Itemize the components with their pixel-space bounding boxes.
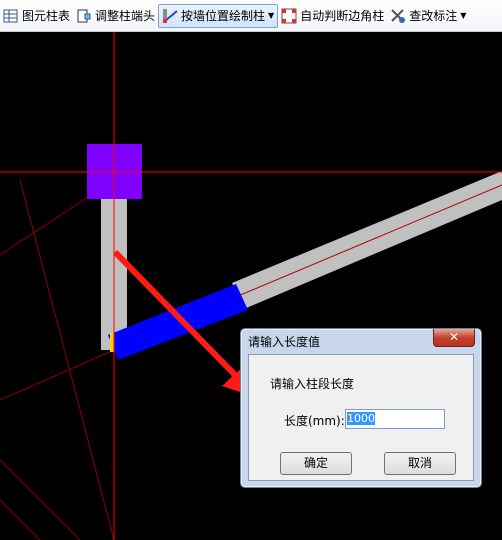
length-input-value: 1000: [347, 412, 375, 425]
toolbar-item-label: 调整柱端头: [95, 9, 156, 23]
insertion-marker: [110, 333, 114, 352]
draw-column-by-wall-icon: [162, 8, 178, 24]
toolbar-item-label: 查改标注: [409, 9, 458, 23]
length-input[interactable]: 1000: [345, 409, 445, 429]
toolbar-item-edit-annotation[interactable]: 查改标注 ▼: [387, 4, 469, 28]
length-field-label: 长度(mm):: [284, 414, 345, 428]
dialog-title: 请输入长度值: [248, 335, 321, 349]
toolbar-item-label: 按墙位置绘制柱: [181, 9, 266, 23]
auto-corner-column-icon: [281, 8, 297, 24]
toolbar-item-label: 图元柱表: [22, 9, 71, 23]
toolbar-item-draw-column-by-wall[interactable]: 按墙位置绘制柱 ▼: [158, 3, 279, 28]
length-input-dialog: 请输入长度值 ✕ 请输入柱段长度 长度(mm): 1000 确定 取消: [240, 328, 482, 488]
toolbar-item-label: 自动判断边角柱: [300, 9, 385, 23]
grid-table-icon: [3, 8, 19, 24]
toolbar-item-column-table[interactable]: 图元柱表: [0, 4, 73, 28]
toolbar: 图元柱表 调整柱端头 按墙位置绘制柱 ▼ 自动判断边角柱 查改标注 ▼: [0, 0, 502, 32]
dialog-prompt: 请输入柱段长度: [270, 377, 355, 391]
toolbar-item-adjust-column-end[interactable]: 调整柱端头: [73, 4, 158, 28]
dialog-body: 请输入柱段长度 长度(mm): 1000 确定 取消: [248, 354, 474, 481]
cancel-button[interactable]: 取消: [384, 452, 456, 475]
close-button[interactable]: ✕: [433, 329, 475, 347]
dropdown-arrow-icon[interactable]: ▼: [460, 11, 466, 20]
close-icon: ✕: [448, 330, 460, 344]
adjust-column-end-icon: [76, 8, 92, 24]
dropdown-arrow-icon[interactable]: ▼: [268, 11, 274, 20]
toolbar-item-auto-corner-column[interactable]: 自动判断边角柱: [278, 4, 387, 28]
edit-annotation-icon: [390, 8, 406, 24]
ok-button[interactable]: 确定: [280, 452, 352, 475]
